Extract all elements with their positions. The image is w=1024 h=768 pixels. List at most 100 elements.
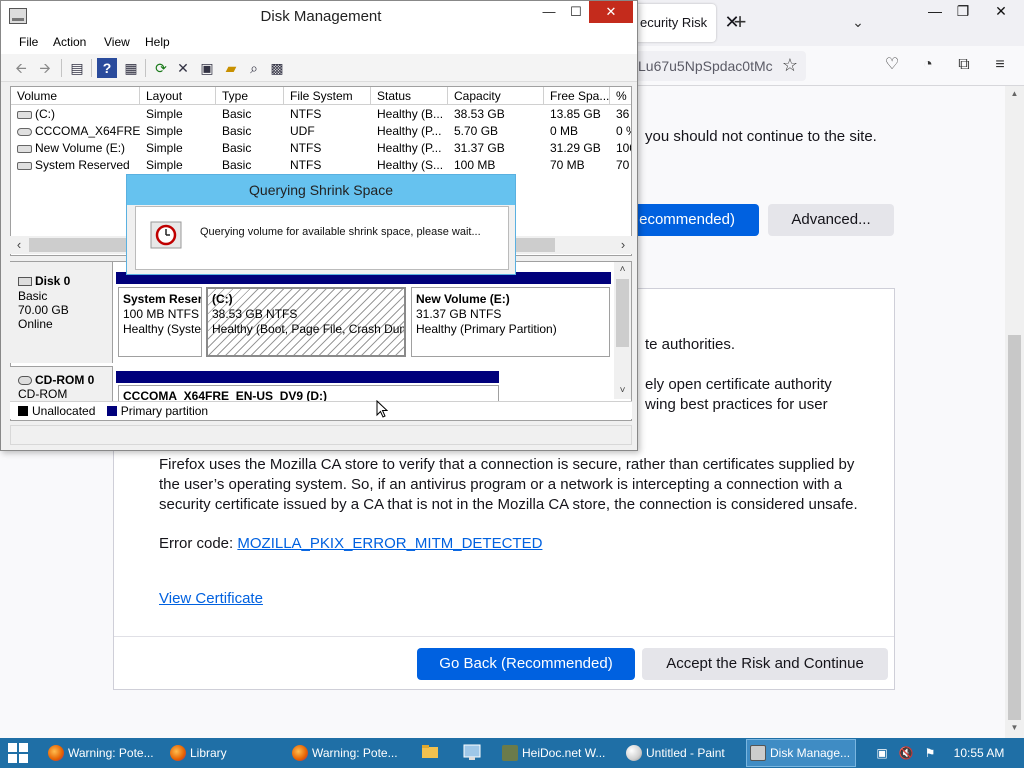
control-panel-icon[interactable] — [462, 742, 482, 762]
taskbar-item-firefox-warning-2[interactable]: Warning: Pote... — [288, 739, 406, 767]
scroll-down-icon[interactable]: ▼ — [1005, 720, 1024, 736]
disk-0-label[interactable]: Disk 0 Basic 70.00 GB Online — [10, 262, 113, 363]
table-cell[interactable]: Basic — [216, 106, 284, 123]
advanced-button[interactable]: Advanced... — [768, 204, 894, 236]
table-cell[interactable]: NTFS — [284, 157, 371, 174]
partition-cdrom-d[interactable]: CCCOMA_X64FRE_EN-US_DV9 (D:) — [118, 385, 499, 401]
page-scrollbar-thumb[interactable] — [1008, 335, 1021, 720]
taskbar-item-heidoc[interactable]: HeiDoc.net W... — [498, 739, 616, 767]
table-cell[interactable]: NTFS — [284, 140, 371, 157]
column-header-layout[interactable]: Layout — [140, 87, 216, 105]
table-row-cell-volume[interactable]: New Volume (E:) — [11, 140, 140, 157]
minimize-icon[interactable]: — — [534, 1, 564, 23]
partition-system-reserved[interactable]: System Reser 100 MB NTFS Healthy (Syste — [118, 287, 202, 357]
account-icon[interactable]: ◔ — [916, 53, 940, 77]
menu-file[interactable]: File — [19, 35, 38, 49]
show-hide-console-tree-icon[interactable]: ▤ — [67, 58, 87, 78]
search-icon[interactable]: ⌕ — [244, 58, 264, 78]
scroll-left-icon[interactable]: ‹ — [10, 236, 28, 254]
accept-risk-button[interactable]: Accept the Risk and Continue — [642, 648, 888, 680]
network-icon[interactable]: ▣ — [874, 745, 890, 761]
file-explorer-icon[interactable] — [420, 742, 440, 762]
column-header-capacity[interactable]: Capacity — [448, 87, 544, 105]
menu-help[interactable]: Help — [145, 35, 170, 49]
volume-muted-icon[interactable]: 🔇 — [898, 745, 914, 761]
view-certificate-link[interactable]: View Certificate — [159, 590, 263, 607]
open-folder-icon[interactable]: ▰ — [221, 58, 241, 78]
title-bar[interactable]: Disk Management — ☐ ✕ — [1, 1, 637, 32]
table-cell[interactable]: Healthy (B... — [371, 106, 448, 123]
new-tab-icon[interactable]: + — [728, 8, 752, 36]
column-header-file-system[interactable]: File System — [284, 87, 371, 105]
menu-action[interactable]: Action — [53, 35, 86, 49]
menu-icon[interactable]: ≡ — [988, 53, 1012, 77]
taskbar-item-disk-management[interactable]: Disk Manage... — [746, 739, 856, 767]
taskbar-item-paint[interactable]: Untitled - Paint — [622, 739, 740, 767]
taskbar-item-firefox-warning[interactable]: Warning: Pote... — [44, 739, 162, 767]
go-back-recommended-button-top[interactable]: ecommended) — [620, 204, 759, 236]
table-row-cell-volume[interactable]: (C:) — [11, 106, 140, 123]
table-row-cell-volume[interactable]: System Reserved — [11, 157, 140, 174]
go-back-button[interactable]: Go Back (Recommended) — [417, 648, 635, 680]
close-window-icon[interactable]: ✕ — [978, 0, 1024, 24]
table-cell[interactable]: Basic — [216, 157, 284, 174]
menu-view[interactable]: View — [104, 35, 130, 49]
maximize-icon[interactable]: ☐ — [561, 1, 591, 23]
table-cell[interactable]: 36 — [610, 106, 631, 123]
table-cell[interactable]: Basic — [216, 140, 284, 157]
properties-sheet-icon[interactable]: ▣ — [197, 58, 217, 78]
column-header-type[interactable]: Type — [216, 87, 284, 105]
dialog-title[interactable]: Querying Shrink Space — [127, 175, 515, 205]
taskbar-item-library[interactable]: Library — [166, 739, 284, 767]
table-cell[interactable]: 38.53 GB — [448, 106, 544, 123]
scroll-up-icon[interactable]: ▲ — [1005, 86, 1024, 102]
table-row-cell-volume[interactable]: CCCOMA_X64FRE... — [11, 123, 140, 140]
list-all-tabs-icon[interactable]: ⌄ — [846, 10, 870, 34]
back-icon[interactable]: 🡨 — [11, 58, 31, 78]
table-cell[interactable]: 31.37 GB — [448, 140, 544, 157]
vscrollbar-thumb[interactable] — [616, 279, 629, 347]
table-cell[interactable]: 100 MB — [448, 157, 544, 174]
table-cell[interactable]: Healthy (P... — [371, 140, 448, 157]
table-cell[interactable]: Basic — [216, 123, 284, 140]
column-header-percent-free[interactable]: % F — [610, 87, 631, 105]
column-header-status[interactable]: Status — [371, 87, 448, 105]
extensions-icon[interactable]: ⧉ — [952, 53, 976, 77]
forward-icon[interactable]: 🡪 — [35, 58, 55, 78]
table-cell[interactable]: Simple — [140, 106, 216, 123]
table-cell[interactable]: Healthy (S... — [371, 157, 448, 174]
table-cell[interactable]: 31.29 GB — [544, 140, 610, 157]
table-cell[interactable]: 0 MB — [544, 123, 610, 140]
table-cell[interactable]: 13.85 GB — [544, 106, 610, 123]
table-cell[interactable]: 0 % — [610, 123, 631, 140]
error-code-link[interactable]: MOZILLA_PKIX_ERROR_MITM_DETECTED — [237, 535, 542, 552]
table-cell[interactable]: UDF — [284, 123, 371, 140]
partition-new-volume-e[interactable]: New Volume (E:) 31.37 GB NTFS Healthy (P… — [411, 287, 610, 357]
settings-icon[interactable]: ▩ — [267, 58, 287, 78]
properties-icon[interactable]: ▦ — [121, 58, 141, 78]
column-header-volume[interactable]: Volume — [11, 87, 140, 105]
table-cell[interactable]: 70 MB — [544, 157, 610, 174]
scroll-up-icon[interactable]: ˄ — [614, 262, 631, 278]
refresh-icon[interactable]: ⟳ — [151, 58, 171, 78]
scroll-down-icon[interactable]: ˅ — [614, 383, 631, 399]
bookmark-star-icon[interactable]: ☆ — [778, 53, 802, 77]
firefox-tab-active[interactable]: ecurity Risk — [630, 4, 716, 42]
table-cell[interactable]: Simple — [140, 123, 216, 140]
windows-start-icon[interactable] — [8, 743, 28, 763]
cdrom-0-label[interactable]: CD-ROM 0 CD-ROM — [10, 366, 113, 401]
table-cell[interactable]: 100 — [610, 140, 631, 157]
help-icon[interactable]: ? — [97, 58, 117, 78]
scroll-right-icon[interactable]: › — [614, 236, 632, 254]
action-center-flag-icon[interactable]: ⚑ — [922, 745, 938, 761]
pocket-icon[interactable]: ♡ — [880, 53, 904, 77]
delete-icon[interactable]: ✕ — [173, 58, 193, 78]
table-cell[interactable]: Healthy (P... — [371, 123, 448, 140]
close-icon[interactable]: ✕ — [589, 1, 633, 23]
table-cell[interactable]: Simple — [140, 140, 216, 157]
table-cell[interactable]: NTFS — [284, 106, 371, 123]
column-header-free-space[interactable]: Free Spa... — [544, 87, 610, 105]
table-cell[interactable]: Simple — [140, 157, 216, 174]
table-cell[interactable]: 70 — [610, 157, 631, 174]
taskbar-clock[interactable]: 10:55 AM — [946, 738, 1012, 768]
